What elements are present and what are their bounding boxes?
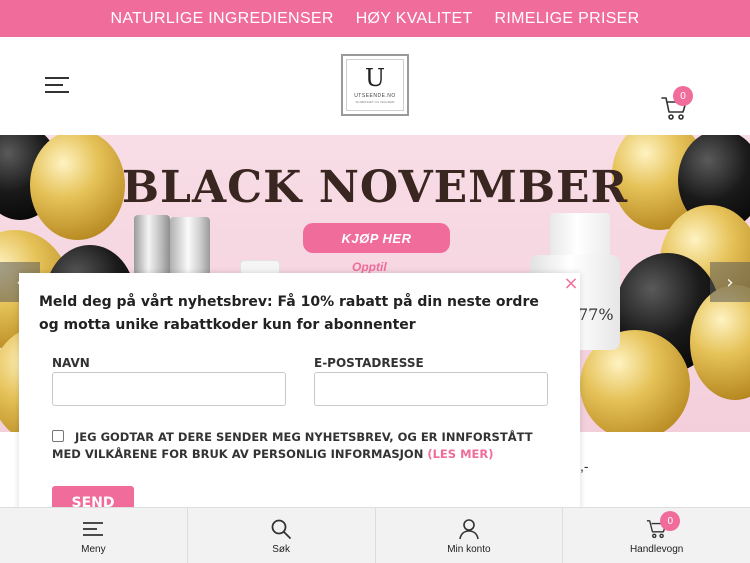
newsletter-heading: Meld deg på vårt nyhetsbrev: Få 10% raba… [39, 294, 539, 333]
close-popup-button[interactable]: × [562, 275, 580, 293]
user-icon [458, 518, 480, 540]
logo-tagline: SKJØNNHET OG VELVÆRE [355, 100, 395, 104]
name-field-label: NAVN [52, 356, 90, 370]
cart-count-badge: 0 [660, 511, 681, 531]
slider-next-button[interactable]: › [710, 262, 750, 302]
nav-item-cart[interactable]: Handlevogn 0 [563, 508, 750, 563]
logo-frame: U UTSEENDE.NO SKJØNNHET OG VELVÆRE [346, 59, 404, 111]
shop-now-button[interactable]: KJØP HER [303, 223, 450, 253]
nav-item-search[interactable]: Søk [188, 508, 376, 563]
nav-item-menu[interactable]: Meny [0, 508, 188, 563]
name-input[interactable] [52, 372, 286, 406]
consent-label: JEG GODTAR AT DERE SENDER MEG NYHETSBREV… [52, 429, 552, 463]
menu-icon [82, 518, 104, 540]
background-text-fragment: ,- [580, 458, 589, 474]
menu-line [45, 77, 69, 79]
bottom-navigation: Meny Søk Min konto Handlevogn 0 [0, 507, 750, 563]
nav-item-label: Min konto [447, 544, 491, 555]
nav-item-label: Søk [272, 544, 291, 555]
newsletter-popup: × Meld deg på vårt nyhetsbrev: Få 10% ra… [19, 273, 580, 513]
menu-toggle-button[interactable] [45, 77, 69, 95]
email-input[interactable] [314, 372, 548, 406]
logo-name: UTSEENDE.NO [354, 93, 396, 99]
read-more-link[interactable]: (LES MER) [427, 447, 493, 461]
search-icon [270, 518, 292, 540]
bottle-label: 77% [578, 305, 614, 324]
menu-line [45, 84, 63, 86]
nav-item-account[interactable]: Min konto [376, 508, 564, 563]
nav-item-label: Handlevogn [629, 544, 684, 555]
promo-bar: NATURLIGE INGREDIENSER HØY KVALITET RIME… [0, 0, 750, 37]
header-cart-count-badge: 0 [673, 86, 693, 106]
email-field-label: E-POSTADRESSE [314, 356, 424, 370]
site-header: U UTSEENDE.NO SKJØNNHET OG VELVÆRE [0, 37, 750, 135]
chevron-right-icon: › [726, 271, 734, 293]
site-logo[interactable]: U UTSEENDE.NO SKJØNNHET OG VELVÆRE [341, 54, 409, 116]
consent-checkbox[interactable] [52, 430, 64, 442]
promo-item-quality: HØY KVALITET [355, 9, 473, 27]
banner-subtext: Opptil [352, 260, 387, 274]
page: NATURLIGE INGREDIENSER HØY KVALITET RIME… [0, 0, 750, 563]
promo-item-ingredients: NATURLIGE INGREDIENSER [110, 9, 334, 27]
menu-line [45, 91, 69, 93]
logo-letter: U [364, 64, 386, 92]
banner-title: BLACK NOVEMBER [121, 162, 629, 213]
close-icon: × [563, 273, 579, 294]
promo-item-prices: RIMELIGE PRISER [494, 9, 640, 27]
nav-item-label: Meny [81, 544, 106, 555]
